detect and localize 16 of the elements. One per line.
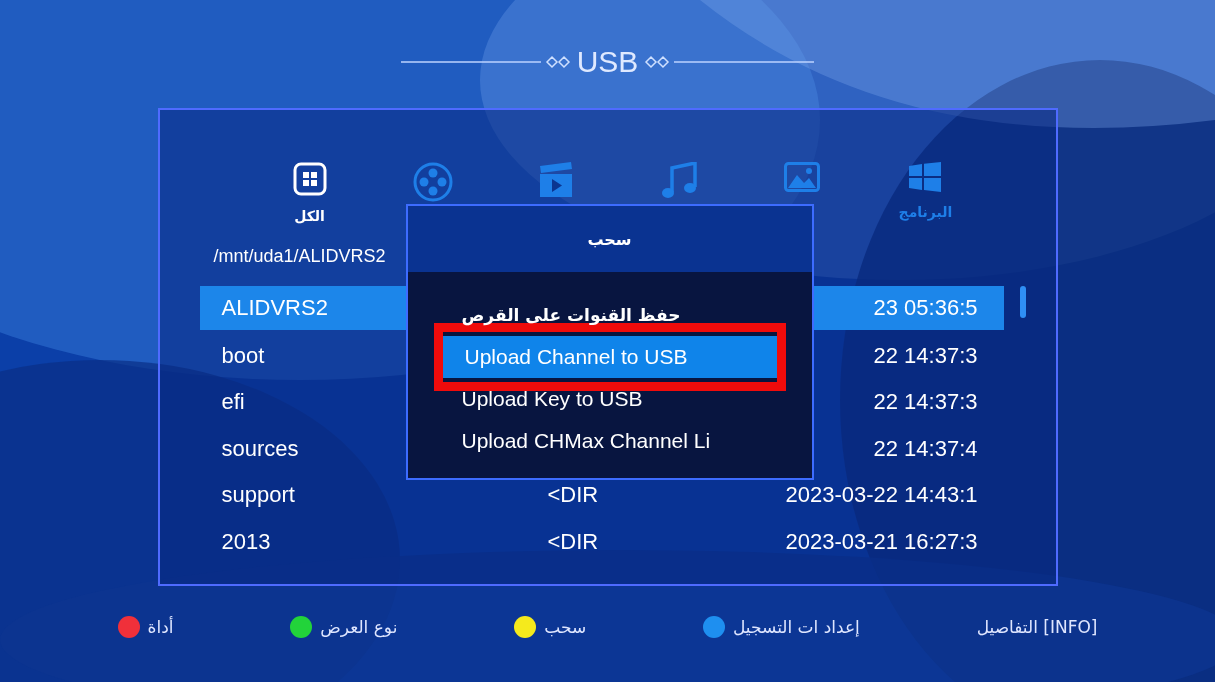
file-name: support bbox=[221, 482, 295, 508]
file-date: 23 05:36:5 bbox=[873, 295, 978, 320]
key-hint: أداة bbox=[147, 617, 174, 637]
key-hint: نوع العرض bbox=[320, 617, 398, 637]
file-date: 2023-03-22 14:43:1 bbox=[785, 482, 978, 508]
file-name: ALIDVRS2 bbox=[221, 295, 328, 320]
popup-title: سحب bbox=[587, 229, 632, 249]
key-hint: التفاصيل [INFO] bbox=[976, 617, 1098, 637]
file-type: <DIR bbox=[547, 482, 599, 508]
key-hint: إعداد ات التسجيل bbox=[733, 617, 860, 637]
file-date: 2023-03-21 16:27:3 bbox=[785, 528, 978, 554]
file-type: <DIR bbox=[547, 528, 599, 554]
folder-path: /mnt/uda1/ALIDVRS2 bbox=[213, 246, 386, 268]
screen-title: USB bbox=[576, 45, 639, 79]
file-name: 2013 bbox=[221, 528, 271, 554]
key-hint: سحب bbox=[544, 617, 587, 637]
